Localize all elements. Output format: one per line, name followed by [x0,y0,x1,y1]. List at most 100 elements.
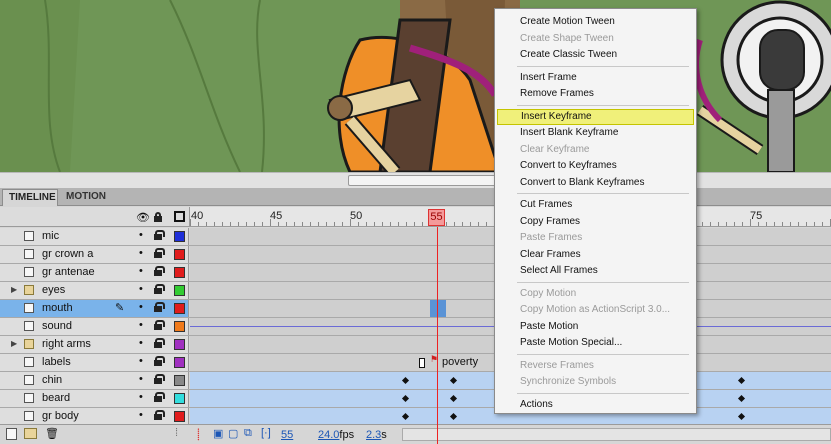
current-frame[interactable]: 55 [281,429,293,441]
lock-icon[interactable] [154,320,165,330]
keyframe-marker[interactable] [401,412,410,421]
elapsed-time[interactable]: 2.3s [366,429,387,441]
layer-name[interactable]: right arms [42,338,91,350]
visibility-dot[interactable]: • [139,265,143,277]
edit-multiple-frames-icon[interactable]: ⧉ [244,427,252,440]
lock-icon[interactable] [154,338,165,348]
keyframe-marker[interactable] [737,394,746,403]
layer-row-chin[interactable]: chin • [0,372,831,390]
frame-rate[interactable]: 24.0fps [318,429,354,441]
selected-frame[interactable] [430,300,446,317]
layer-color-swatch[interactable] [174,339,185,350]
layer-color-swatch[interactable] [174,411,185,422]
lock-icon[interactable] [154,212,162,222]
new-folder-icon[interactable] [24,428,37,439]
layer-row-sound[interactable]: sound • [0,318,831,336]
eye-icon[interactable]: 👁 [136,211,150,224]
layer-name-cell[interactable]: beard • [0,390,189,407]
layer-name-cell[interactable]: ▶ eyes • [0,282,189,299]
layer-name-cell[interactable]: ▶ right arms • [0,336,189,353]
layer-name[interactable]: gr crown a [42,248,93,260]
visibility-dot[interactable]: • [139,373,143,385]
lock-icon[interactable] [154,248,165,258]
empty-keyframe[interactable] [419,358,425,368]
layer-row-gr-body[interactable]: gr body • [0,408,831,424]
keyframe-marker[interactable] [737,412,746,421]
layer-row-labels[interactable]: labels • ⚑ poverty [0,354,831,372]
lock-icon[interactable] [154,302,165,312]
lock-icon[interactable] [154,230,165,240]
menu-item-convert-to-keyframes[interactable]: Convert to Keyframes [497,158,694,174]
playhead[interactable]: 55 [428,209,445,226]
lock-icon[interactable] [154,410,165,420]
outline-icon[interactable] [174,211,185,222]
keyframe-marker[interactable] [449,394,458,403]
new-layer-icon[interactable] [6,428,17,440]
center-frame-icon[interactable]: ⸽ [197,427,200,442]
keyframe-marker[interactable] [401,394,410,403]
frame-rate-value[interactable]: 24.0 [318,429,339,441]
layer-row-gr-antenae[interactable]: gr antenae • [0,264,831,282]
onion-markers-icon[interactable]: [·] [261,427,271,439]
menu-item-paste-motion-special[interactable]: Paste Motion Special... [497,335,694,351]
lock-icon[interactable] [154,374,165,384]
visibility-dot[interactable]: • [139,283,143,295]
keyframe-marker[interactable] [401,376,410,385]
layer-row-eyes[interactable]: ▶ eyes • [0,282,831,300]
layer-color-swatch[interactable] [174,231,185,242]
menu-item-copy-frames[interactable]: Copy Frames [497,214,694,230]
visibility-dot[interactable]: • [139,319,143,331]
menu-item-insert-keyframe[interactable]: Insert Keyframe [497,108,694,125]
layer-name[interactable]: mic [42,230,59,242]
layer-color-swatch[interactable] [174,267,185,278]
keyframe-marker[interactable] [737,376,746,385]
menu-item-convert-to-blank-keyframes[interactable]: Convert to Blank Keyframes [497,175,694,191]
layer-row-right-arms[interactable]: ▶ right arms • [0,336,831,354]
layer-name-cell[interactable]: gr body • [0,408,189,424]
visibility-dot[interactable]: • [139,409,143,421]
menu-item-insert-blank-keyframe[interactable]: Insert Blank Keyframe [497,125,694,141]
layer-name[interactable]: chin [42,374,62,386]
lock-icon[interactable] [154,266,165,276]
menu-item-cut-frames[interactable]: Cut Frames [497,197,694,213]
layer-color-swatch[interactable] [174,357,185,368]
tab-motion-editor[interactable]: MOTION EDITOR [60,189,152,218]
keyframe-marker[interactable] [449,412,458,421]
layer-name-cell[interactable]: gr crown a • [0,246,189,263]
lock-icon[interactable] [154,356,165,366]
layer-color-swatch[interactable] [174,285,185,296]
stage-canvas[interactable] [0,0,831,172]
panel-resize-handle[interactable]: ⁞ [175,427,178,439]
layer-name-cell[interactable]: sound • [0,318,189,335]
layer-name[interactable]: eyes [42,284,65,296]
layer-name[interactable]: beard [42,392,70,404]
expand-triangle-icon[interactable]: ▶ [11,339,17,348]
layer-name-cell[interactable]: labels • [0,354,189,371]
expand-triangle-icon[interactable]: ▶ [11,285,17,294]
layer-name[interactable]: mouth [42,302,73,314]
keyframe-marker[interactable] [449,376,458,385]
layer-name-cell[interactable]: mouth ✎ • [0,300,189,317]
lock-icon[interactable] [154,392,165,402]
layer-name[interactable]: gr body [42,410,79,422]
layer-row-gr-crown-a[interactable]: gr crown a • [0,246,831,264]
menu-item-insert-frame[interactable]: Insert Frame [497,70,694,86]
layer-color-swatch[interactable] [174,375,185,386]
layer-name[interactable]: gr antenae [42,266,95,278]
layer-name-cell[interactable]: gr antenae • [0,264,189,281]
scrollbar-thumb[interactable] [348,175,498,186]
menu-item-clear-frames[interactable]: Clear Frames [497,247,694,263]
visibility-dot[interactable]: • [139,229,143,241]
layer-color-swatch[interactable] [174,321,185,332]
menu-item-remove-frames[interactable]: Remove Frames [497,86,694,102]
delete-icon[interactable]: 🗑 [45,427,59,440]
stage-horizontal-scrollbar[interactable] [0,172,831,188]
menu-item-select-all-frames[interactable]: Select All Frames [497,263,694,279]
visibility-dot[interactable]: • [139,301,143,313]
menu-item-create-classic-tween[interactable]: Create Classic Tween [497,47,694,63]
layer-color-swatch[interactable] [174,303,185,314]
layer-name-cell[interactable]: mic • [0,228,189,245]
menu-item-paste-motion[interactable]: Paste Motion [497,319,694,335]
onion-outline-icon[interactable]: ▢ [228,427,238,440]
layer-color-swatch[interactable] [174,393,185,404]
